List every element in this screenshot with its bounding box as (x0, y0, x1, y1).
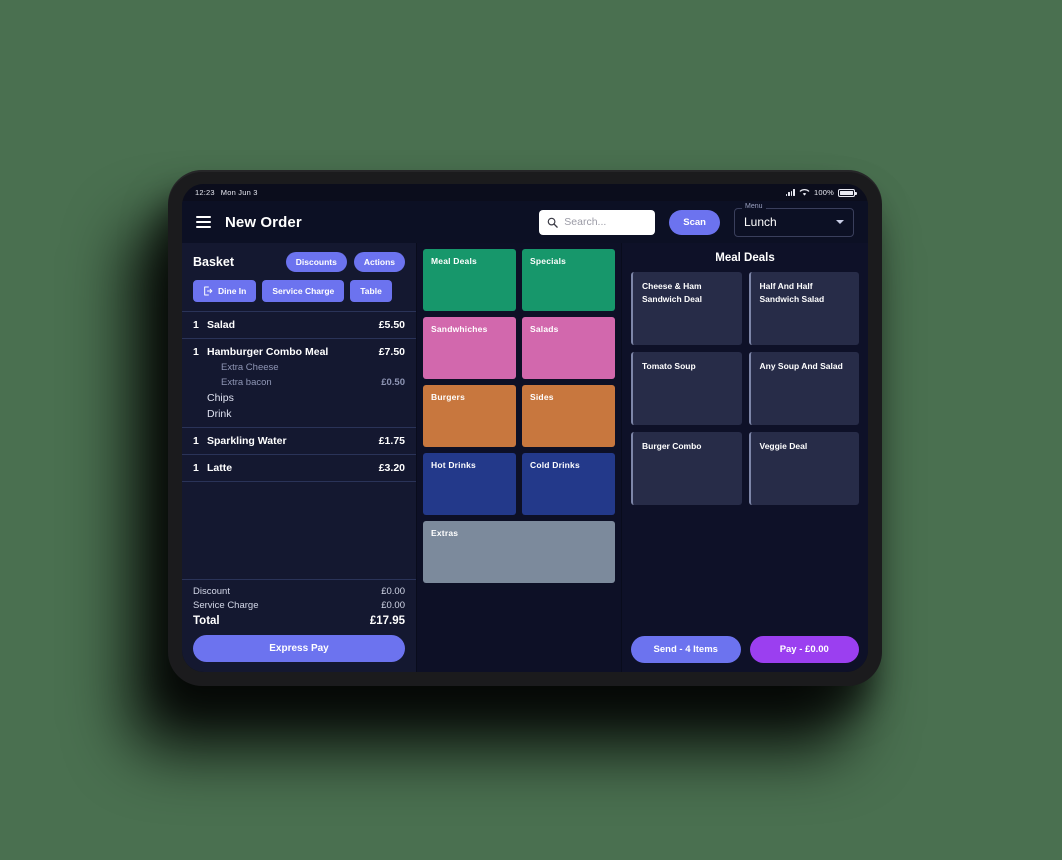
basket-item-row: 1 Latte £3.20 (193, 462, 405, 474)
page-title: New Order (225, 213, 302, 231)
basket-item-modifier: Extra bacon £0.50 (193, 377, 405, 388)
basket-items: 1 Salad £5.50 1 Hamburger Combo Meal £7.50 Ext… (182, 311, 416, 579)
cellular-signal-icon (785, 189, 796, 196)
category-panel: Meal Deals Specials Sandwhiches Salads Burge… (417, 243, 622, 672)
basket-item-price: £7.50 (378, 346, 405, 358)
modifier-name: Extra Cheese (221, 362, 279, 373)
service-charge-line: Service Charge £0.00 (193, 600, 405, 611)
scan-button[interactable]: Scan (669, 209, 720, 235)
product-panel: Meal Deals Cheese & Ham Sandwich Deal Hal… (622, 243, 868, 672)
basket-title: Basket (193, 255, 234, 269)
dine-in-button[interactable]: Dine In (193, 280, 257, 302)
basket-item-qty: 1 (193, 462, 199, 474)
menu-select-value: Lunch (744, 215, 777, 229)
basket-item-price: £5.50 (378, 319, 405, 331)
total-label: Total (193, 615, 220, 627)
search-field[interactable] (539, 209, 656, 235)
basket-item-name: Latte (207, 462, 233, 474)
product-tile[interactable]: Veggie Deal (748, 432, 859, 505)
tablet-screen: 12:23 Mon Jun 3 100% New Order Search...… (182, 184, 868, 672)
service-charge-button[interactable]: Service Charge (262, 280, 345, 302)
product-tile[interactable]: Any Soup And Salad (748, 352, 859, 425)
category-tile[interactable]: Cold Drinks (522, 453, 615, 515)
product-tile[interactable]: Half And Half Sandwich Salad (748, 272, 859, 345)
basket-action-row: Dine In Service Charge Table (182, 272, 416, 311)
search-icon (547, 217, 559, 228)
modifier-price: £0.50 (381, 377, 405, 388)
category-tile[interactable]: Meal Deals (423, 249, 516, 311)
product-tile[interactable]: Tomato Soup (631, 352, 742, 425)
express-pay-button[interactable]: Express Pay (193, 635, 405, 662)
basket-item-row: 1 Hamburger Combo Meal £7.50 (193, 346, 405, 358)
actions-button[interactable]: Actions (353, 252, 405, 272)
search-input[interactable] (564, 216, 648, 228)
basket-item-qty: 1 (193, 319, 199, 331)
product-panel-title: Meal Deals (715, 252, 775, 264)
menu-select[interactable]: Menu Lunch (734, 202, 854, 237)
table-button[interactable]: Table (350, 280, 392, 302)
basket-item-qty: 1 (193, 346, 199, 358)
tablet-device: 12:23 Mon Jun 3 100% New Order Search...… (168, 170, 882, 686)
basket-item-name: Hamburger Combo Meal (207, 346, 329, 358)
pay-button[interactable]: Pay - £0.00 (749, 636, 859, 663)
modifier-name: Chips (207, 392, 234, 404)
category-tile[interactable]: Specials (522, 249, 615, 311)
service-charge-total-value: £0.00 (381, 600, 405, 611)
battery-percent: 100% (814, 188, 834, 197)
basket-item-row: 1 Salad £5.50 (193, 319, 405, 331)
category-tile[interactable]: Sandwhiches (423, 317, 516, 379)
modifier-name: Drink (207, 408, 232, 420)
chevron-down-icon (836, 220, 844, 224)
category-tile[interactable]: Burgers (423, 385, 516, 447)
category-tile[interactable]: Sides (522, 385, 615, 447)
category-grid: Meal Deals Specials Sandwhiches Salads Burge… (423, 249, 615, 583)
category-tile[interactable]: Extras (423, 521, 615, 583)
product-footer: Send - 4 Items Pay - £0.00 (631, 627, 859, 663)
basket-totals: Discount £0.00 Service Charge £0.00 Tota… (182, 579, 416, 627)
send-button[interactable]: Send - 4 Items (631, 636, 741, 663)
modifier-name: Extra bacon (221, 377, 272, 388)
discounts-button[interactable]: Discounts (285, 252, 347, 272)
product-tile[interactable]: Cheese & Ham Sandwich Deal (631, 272, 742, 345)
status-date: Mon Jun 3 (220, 188, 258, 197)
main-content: Basket Discounts Actions Dine In Service… (182, 243, 868, 672)
discount-label: Discount (193, 586, 230, 597)
dine-in-label: Dine In (218, 286, 247, 296)
basket-item-name: Sparkling Water (207, 435, 287, 447)
basket-item-row: 1 Sparkling Water £1.75 (193, 435, 405, 447)
basket-item[interactable]: 1 Sparkling Water £1.75 (182, 428, 416, 455)
product-tile[interactable]: Burger Combo (631, 432, 742, 505)
basket-item[interactable]: 1 Latte £3.20 (182, 455, 416, 482)
battery-icon (838, 188, 857, 197)
exit-arrow-icon (204, 286, 213, 296)
basket-item-qty: 1 (193, 435, 199, 447)
basket-item-price: £1.75 (378, 435, 405, 447)
status-bar: 12:23 Mon Jun 3 100% (182, 184, 868, 201)
total-line: Total £17.95 (193, 615, 405, 627)
basket-item[interactable]: 1 Salad £5.50 (182, 312, 416, 339)
wifi-icon (799, 189, 810, 196)
category-tile[interactable]: Salads (522, 317, 615, 379)
discount-value: £0.00 (381, 586, 405, 597)
menu-select-legend: Menu (742, 202, 766, 210)
basket-item[interactable]: 1 Hamburger Combo Meal £7.50 Extra Cheese Ex… (182, 339, 416, 428)
discount-line: Discount £0.00 (193, 586, 405, 597)
basket-item-component: Drink (193, 408, 405, 420)
basket-panel: Basket Discounts Actions Dine In Service… (182, 243, 417, 672)
service-charge-total-label: Service Charge (193, 600, 259, 611)
total-value: £17.95 (369, 615, 405, 627)
basket-item-name: Salad (207, 319, 236, 331)
basket-item-modifier: Extra Cheese (193, 362, 405, 373)
hamburger-menu-icon[interactable] (196, 215, 211, 229)
basket-header: Basket Discounts Actions (182, 243, 416, 272)
app-bar: New Order Scan Menu Lunch (182, 201, 868, 243)
basket-item-component: Chips (193, 392, 405, 404)
category-tile[interactable]: Hot Drinks (423, 453, 516, 515)
product-grid: Cheese & Ham Sandwich Deal Half And Half … (631, 272, 859, 505)
status-time: 12:23 (195, 188, 215, 197)
basket-item-price: £3.20 (378, 462, 405, 474)
